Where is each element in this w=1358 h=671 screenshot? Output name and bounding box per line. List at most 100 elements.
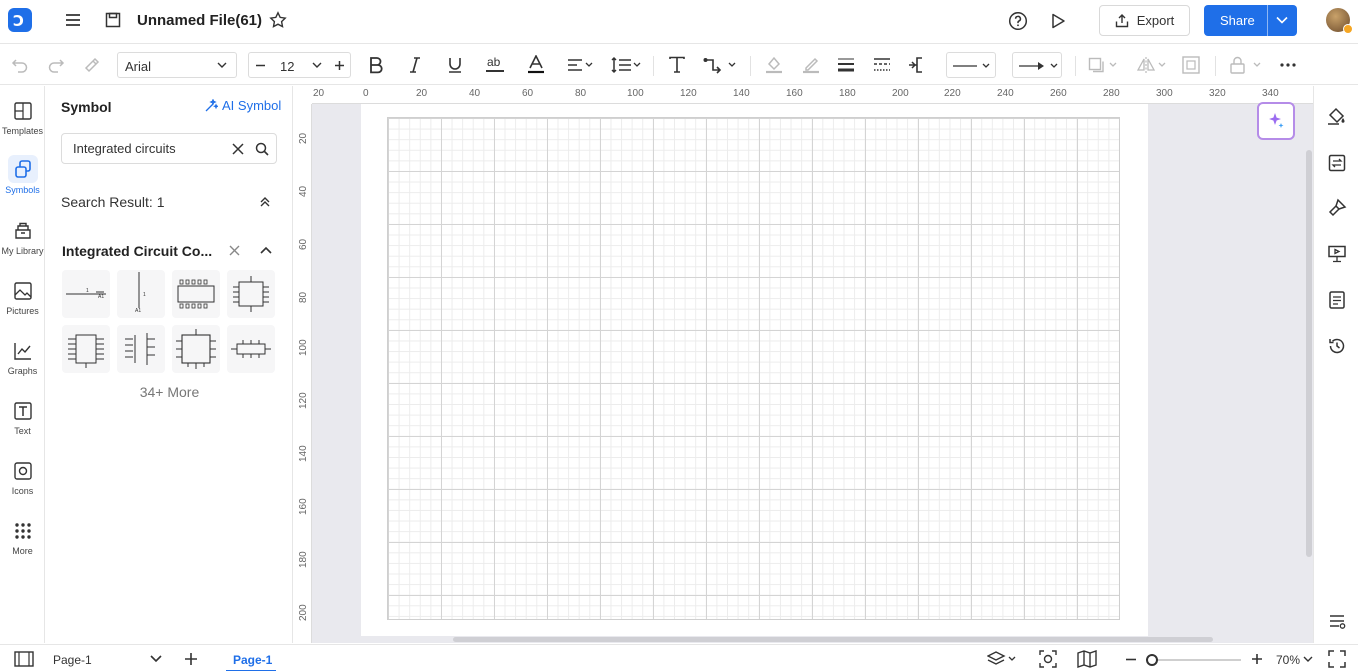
ruler-label: 120	[680, 88, 697, 99]
italic-icon[interactable]	[404, 54, 426, 76]
text-tool-icon[interactable]	[666, 54, 688, 76]
line-color-icon[interactable]	[800, 54, 822, 76]
zoom-slider[interactable]	[1146, 659, 1241, 661]
app-logo-icon[interactable]: Ↄ	[8, 8, 32, 32]
dash-style-icon[interactable]	[871, 54, 893, 76]
vertical-scrollbar[interactable]	[1306, 150, 1312, 557]
page-select[interactable]: Page-1	[53, 653, 92, 667]
rail-label: Pictures	[6, 306, 39, 316]
focus-icon[interactable]	[1039, 650, 1057, 668]
chevron-up-icon[interactable]	[260, 246, 272, 255]
add-page-icon[interactable]	[184, 652, 198, 666]
redo-icon[interactable]	[45, 54, 67, 76]
drawing-grid[interactable]	[387, 117, 1120, 620]
rail-icons[interactable]: Icons	[0, 460, 45, 510]
more-symbols-link[interactable]: 34+ More	[46, 384, 293, 400]
ai-symbol-button[interactable]: AI Symbol	[204, 98, 281, 113]
map-view-icon[interactable]	[1077, 650, 1097, 668]
symbols-icon	[7, 155, 38, 183]
ai-assistant-button[interactable]	[1257, 102, 1295, 140]
horizontal-scrollbar[interactable]	[453, 637, 1213, 642]
fullscreen-icon[interactable]	[1328, 650, 1346, 668]
connector-style-icon[interactable]	[907, 54, 929, 76]
rail-my-library[interactable]: My Library	[0, 220, 45, 270]
category-title[interactable]: Integrated Circuit Co...	[62, 243, 217, 259]
line-weight-icon[interactable]	[835, 54, 857, 76]
fill-bucket-icon[interactable]	[1326, 105, 1348, 127]
remove-category-icon[interactable]	[229, 245, 240, 256]
page-tab[interactable]: Page-1	[233, 653, 272, 667]
settings-panel-icon[interactable]	[1326, 610, 1348, 632]
font-color-icon[interactable]	[525, 54, 547, 76]
font-family-select[interactable]: Arial	[117, 52, 237, 78]
history-icon[interactable]	[1326, 335, 1348, 357]
clear-icon[interactable]	[232, 143, 244, 155]
rail-text[interactable]: Text	[0, 400, 45, 450]
collapse-all-icon[interactable]	[259, 196, 271, 208]
chevron-down-icon[interactable]	[1303, 656, 1313, 663]
minus-icon[interactable]	[255, 60, 266, 71]
style-brush-icon[interactable]	[1326, 197, 1348, 219]
presentation-icon[interactable]	[1326, 243, 1348, 265]
group-icon[interactable]	[1180, 54, 1202, 76]
premium-badge-icon	[1343, 24, 1353, 34]
chevron-down-icon[interactable]	[312, 62, 322, 69]
symbol-tile[interactable]	[227, 325, 275, 373]
share-button[interactable]: Share	[1204, 5, 1297, 36]
search-icon[interactable]	[255, 142, 269, 156]
strikethrough-icon[interactable]: ab	[484, 54, 506, 76]
layers-icon[interactable]	[987, 651, 1019, 667]
connector-icon[interactable]	[703, 54, 737, 76]
line-style-select[interactable]	[946, 52, 996, 78]
symbol-tile[interactable]	[117, 325, 165, 373]
rail-symbols[interactable]: Symbols	[0, 155, 45, 205]
line-spacing-icon[interactable]	[610, 54, 642, 76]
font-size-value[interactable]: 12	[280, 59, 294, 74]
align-icon[interactable]	[566, 54, 596, 76]
symbol-tile[interactable]: 1 A1	[117, 270, 165, 318]
page-panel-icon[interactable]	[14, 651, 34, 667]
avatar[interactable]	[1326, 8, 1353, 34]
zoom-slider-knob[interactable]	[1146, 654, 1158, 666]
lock-icon[interactable]	[1228, 54, 1264, 76]
star-icon[interactable]	[268, 10, 288, 30]
chevron-down-icon[interactable]	[150, 655, 162, 663]
fill-color-icon[interactable]	[763, 54, 785, 76]
symbol-tile[interactable]: 1 A1	[62, 270, 110, 318]
page-setup-icon[interactable]	[1326, 152, 1348, 174]
format-painter-icon[interactable]	[81, 54, 103, 76]
share-dropdown-icon[interactable]	[1275, 14, 1289, 26]
help-icon[interactable]	[1007, 10, 1029, 32]
rail-graphs[interactable]: Graphs	[0, 340, 45, 390]
save-icon[interactable]	[103, 10, 123, 30]
rail-pictures[interactable]: Pictures	[0, 280, 45, 330]
notes-icon[interactable]	[1326, 289, 1348, 311]
rail-label: My Library	[1, 246, 44, 256]
zoom-out-icon[interactable]	[1125, 658, 1137, 661]
symbol-search-input[interactable]	[73, 141, 223, 156]
play-icon[interactable]	[1047, 10, 1069, 32]
symbol-tile[interactable]	[172, 270, 220, 318]
more-options-icon[interactable]	[1277, 54, 1299, 76]
zoom-level[interactable]: 70%	[1276, 653, 1300, 667]
underline-icon[interactable]	[444, 54, 466, 76]
symbol-tile[interactable]	[172, 325, 220, 373]
symbol-tile[interactable]	[227, 270, 275, 318]
export-button[interactable]: Export	[1099, 5, 1190, 36]
file-title[interactable]: Unnamed File(61)	[137, 12, 262, 29]
menu-icon[interactable]	[63, 10, 83, 30]
zoom-in-icon[interactable]	[1251, 653, 1263, 665]
more-icon	[12, 520, 34, 542]
export-icon	[1115, 13, 1128, 27]
rail-more[interactable]: More	[0, 520, 45, 570]
undo-icon[interactable]	[9, 54, 31, 76]
arrow-style-select[interactable]	[1012, 52, 1062, 78]
bold-icon[interactable]	[365, 54, 387, 76]
flip-icon[interactable]	[1137, 54, 1169, 76]
rail-templates[interactable]: Templates	[0, 100, 45, 150]
plus-icon[interactable]	[334, 60, 345, 71]
symbol-tile[interactable]	[62, 325, 110, 373]
shadow-icon[interactable]	[1088, 54, 1120, 76]
pictures-icon	[12, 280, 34, 302]
font-size-stepper[interactable]: 12	[248, 52, 351, 78]
